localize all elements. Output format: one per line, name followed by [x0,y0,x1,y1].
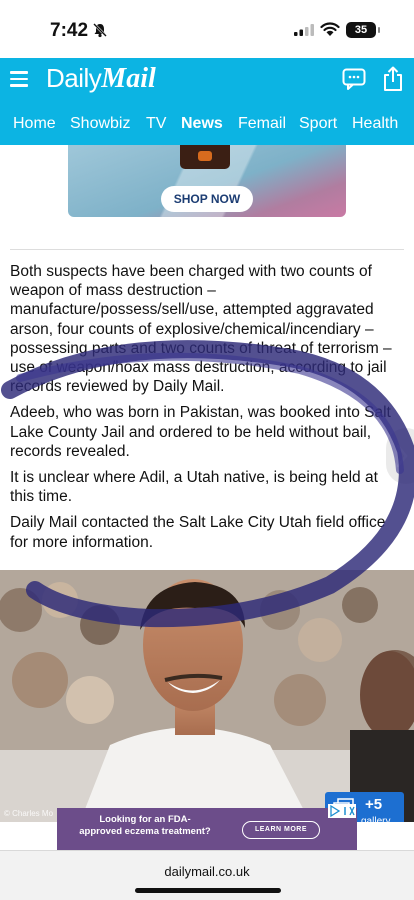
section-nav: Home Showbiz TV News Femail Sport Health [0,112,414,142]
gallery-label: gallery [361,816,391,822]
nav-news[interactable]: News [181,115,223,133]
site-header: DailyMail Home Showbiz TV News Femail Sp… [0,58,414,145]
article-paragraph: Both suspects have been charged with two… [10,263,392,396]
status-bar: 7:42 35 [0,0,414,58]
crowd-photo [0,570,414,822]
menu-icon[interactable] [10,71,28,87]
nav-showbiz[interactable]: Showbiz [70,115,130,133]
gallery-count: +5 [365,796,383,813]
next-article-button[interactable] [386,428,414,484]
article-photo[interactable]: © Charles Mo +5 gallery [0,570,414,822]
nav-sport[interactable]: Sport [299,115,337,133]
logo-daily: Daily [46,63,102,93]
home-indicator[interactable] [135,888,281,893]
ad-info-icon [330,804,355,818]
nav-tv[interactable]: TV [146,115,166,133]
wifi-icon [320,22,340,36]
bottom-ad-banner[interactable]: Looking for an FDA-approved eczema treat… [57,808,357,850]
photo-credit: © Charles Mo [4,809,54,818]
article-paragraph: Adeeb, who was born in Pakistan, was boo… [10,404,391,460]
nav-health[interactable]: Health [352,115,398,133]
nav-femail[interactable]: Femail [238,115,286,133]
site-logo[interactable]: DailyMail [46,63,156,95]
share-icon[interactable] [383,66,403,92]
battery-indicator: 35 [346,22,380,38]
article-paragraph: Daily Mail contacted the Salt Lake City … [10,514,386,551]
logo-mail: Mail [101,63,156,94]
comments-icon[interactable] [342,68,366,90]
shop-now-button[interactable]: SHOP NOW [161,186,253,212]
top-ad-banner[interactable]: SHOP NOW [68,145,346,217]
cellular-signal-icon [294,24,314,36]
status-time: 7:42 [50,20,89,41]
adchoices-icon[interactable] [328,804,356,818]
url-text[interactable]: dailymail.co.uk [0,864,414,879]
ad-headline: Looking for an FDA-approved eczema treat… [79,814,211,837]
article-body: Both suspects have been charged with two… [10,262,404,559]
learn-more-button[interactable]: LEARN MORE [242,821,320,839]
divider [10,249,404,250]
chevron-right-icon [396,444,408,468]
bell-muted-icon [93,23,107,38]
article-paragraph: It is unclear where Adil, a Utah native,… [10,469,378,506]
product-image [180,145,230,169]
browser-url-bar[interactable]: dailymail.co.uk [0,850,414,900]
nav-home[interactable]: Home [13,115,56,133]
